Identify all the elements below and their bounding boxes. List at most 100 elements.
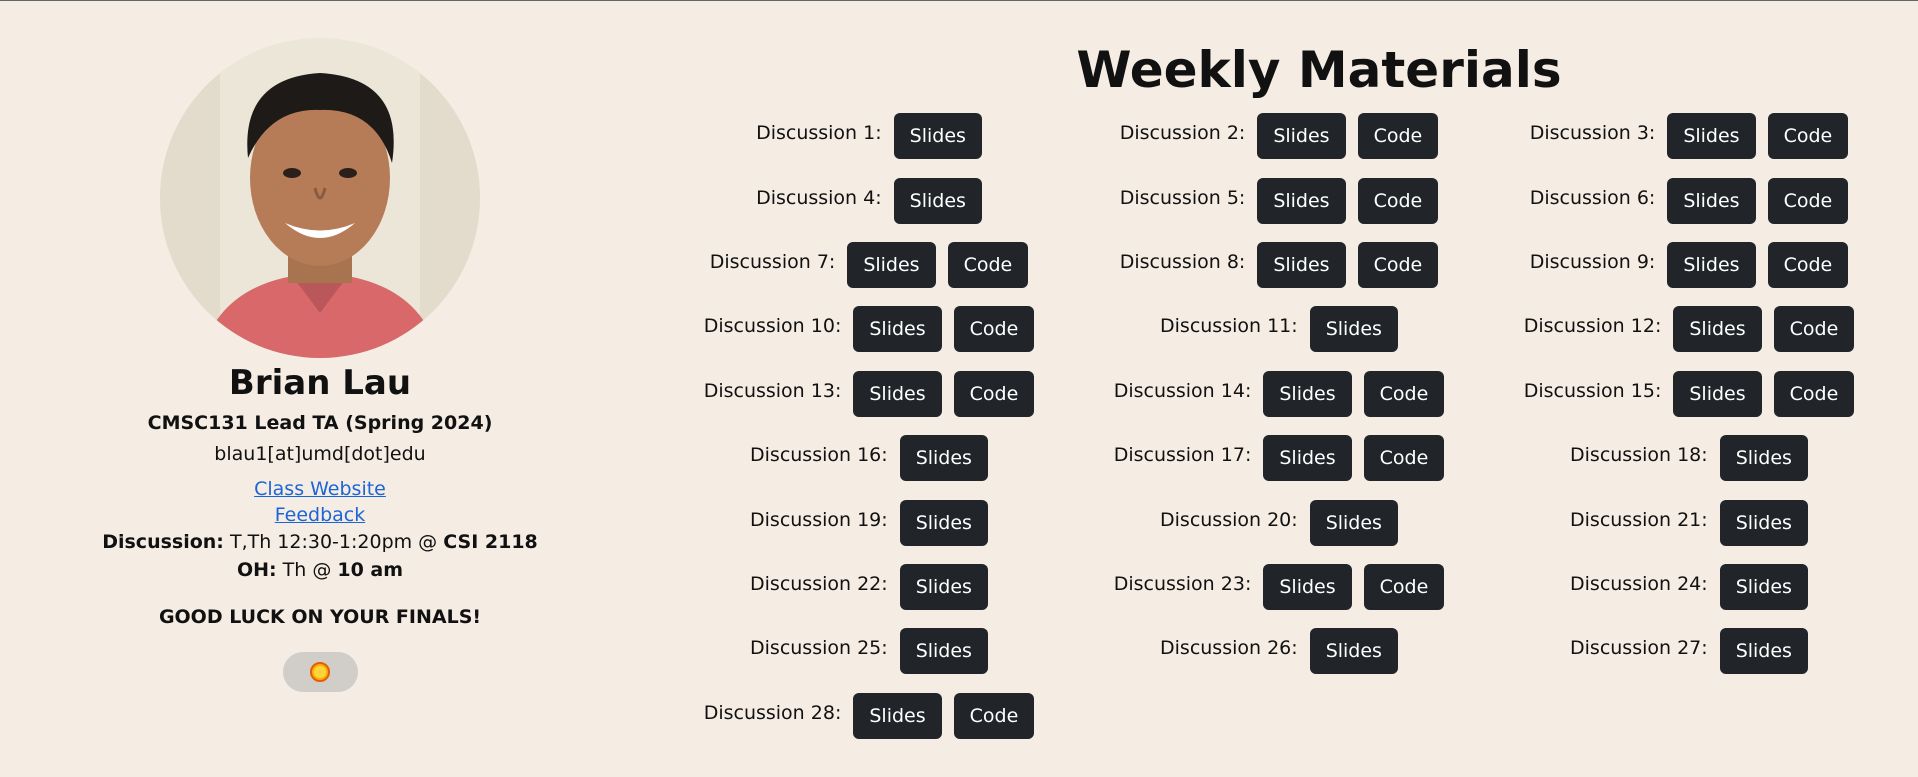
slides-button[interactable]: Slides	[1263, 563, 1352, 610]
discussion-label: Discussion 2:	[1119, 122, 1246, 145]
materials-grid: Discussion 1: Slides Discussion 2: Slides Co…	[664, 104, 1894, 748]
discussion-item: Discussion 16: Slides	[664, 426, 1074, 490]
slides-button[interactable]: Slides	[1263, 435, 1352, 482]
profile-email: blau1[at]umd[dot]edu	[214, 443, 426, 465]
discussion-info-label: Discussion:	[102, 531, 224, 553]
code-button[interactable]: Code	[1363, 435, 1445, 482]
feedback-link[interactable]: Feedback	[275, 502, 365, 528]
discussion-item: Discussion 8: Slides Code	[1074, 233, 1484, 297]
page: Brian Lau CMSC131 Lead TA (Spring 2024) …	[0, 0, 1918, 777]
slides-button[interactable]: Slides	[1673, 306, 1762, 353]
discussion-item: Discussion 12: Slides Code	[1484, 297, 1894, 361]
class-website-link[interactable]: Class Website	[254, 476, 386, 502]
discussion-label: Discussion 28:	[703, 701, 842, 724]
discussion-label: Discussion 7:	[709, 250, 836, 273]
discussion-item: Discussion 4: Slides	[664, 168, 1074, 232]
discussion-label: Discussion 24:	[1570, 572, 1708, 595]
discussion-item: Discussion 21: Slides	[1484, 490, 1894, 554]
discussion-item: Discussion 1: Slides	[664, 104, 1074, 168]
discussion-label: Discussion 21:	[1570, 508, 1708, 531]
code-button[interactable]: Code	[1363, 563, 1445, 610]
discussion-label: Discussion 23:	[1113, 572, 1252, 595]
discussion-label: Discussion 9:	[1529, 250, 1656, 273]
slides-button[interactable]: Slides	[1719, 628, 1808, 675]
discussion-info-time: T,Th 12:30-1:20pm @	[223, 531, 444, 553]
slides-button[interactable]: Slides	[1719, 563, 1808, 610]
theme-toggle[interactable]	[282, 652, 358, 692]
discussion-item: Discussion 24: Slides	[1484, 555, 1894, 619]
page-title: Weekly Materials	[1076, 41, 1562, 99]
slides-button[interactable]: Slides	[847, 241, 936, 288]
slides-button[interactable]: Slides	[853, 370, 942, 417]
code-button[interactable]: Code	[1357, 241, 1439, 288]
profile-panel: Brian Lau CMSC131 Lead TA (Spring 2024) …	[0, 0, 640, 777]
slides-button[interactable]: Slides	[899, 499, 988, 546]
slides-button[interactable]: Slides	[853, 692, 942, 739]
discussion-label: Discussion 16:	[750, 444, 888, 467]
slides-button[interactable]: Slides	[893, 177, 982, 224]
code-button[interactable]: Code	[1767, 177, 1849, 224]
slides-button[interactable]: Slides	[899, 563, 988, 610]
code-button[interactable]: Code	[953, 692, 1035, 739]
office-hours-info: OH: Th @ 10 am	[237, 556, 403, 584]
code-button[interactable]: Code	[1767, 113, 1849, 160]
avatar	[160, 38, 480, 358]
profile-role: CMSC131 Lead TA (Spring 2024)	[147, 412, 493, 434]
code-button[interactable]: Code	[947, 241, 1029, 288]
discussion-item: Discussion 7: Slides Code	[664, 233, 1074, 297]
code-button[interactable]: Code	[953, 306, 1035, 353]
discussion-label: Discussion 14:	[1113, 379, 1252, 402]
slides-button[interactable]: Slides	[1719, 435, 1808, 482]
slides-button[interactable]: Slides	[1667, 241, 1756, 288]
discussion-label: Discussion 27:	[1570, 637, 1708, 660]
slides-button[interactable]: Slides	[1309, 306, 1398, 353]
discussion-label: Discussion 5:	[1119, 186, 1246, 209]
code-button[interactable]: Code	[953, 370, 1035, 417]
slides-button[interactable]: Slides	[853, 306, 942, 353]
code-button[interactable]: Code	[1767, 241, 1849, 288]
slides-button[interactable]: Slides	[1257, 113, 1346, 160]
discussion-item: Discussion 13: Slides Code	[664, 362, 1074, 426]
sun-icon	[310, 662, 330, 682]
profile-photo	[160, 38, 480, 358]
slides-button[interactable]: Slides	[1263, 370, 1352, 417]
slides-button[interactable]: Slides	[1719, 499, 1808, 546]
code-button[interactable]: Code	[1357, 177, 1439, 224]
discussion-label: Discussion 25:	[750, 637, 888, 660]
code-button[interactable]: Code	[1363, 370, 1445, 417]
discussion-label: Discussion 19:	[750, 508, 888, 531]
code-button[interactable]: Code	[1773, 306, 1855, 353]
discussion-label: Discussion 22:	[750, 572, 888, 595]
discussion-label: Discussion 15:	[1523, 379, 1662, 402]
slides-button[interactable]: Slides	[1257, 177, 1346, 224]
discussion-item: Discussion 19: Slides	[664, 490, 1074, 554]
discussion-item: Discussion 15: Slides Code	[1484, 362, 1894, 426]
discussion-item: Discussion 25: Slides	[664, 619, 1074, 683]
discussion-label: Discussion 26:	[1160, 637, 1298, 660]
office-hours-time: Th @	[276, 559, 338, 581]
slides-button[interactable]: Slides	[1667, 177, 1756, 224]
discussion-label: Discussion 6:	[1529, 186, 1656, 209]
discussion-label: Discussion 18:	[1570, 444, 1708, 467]
discussion-label: Discussion 4:	[756, 186, 882, 209]
discussion-info: Discussion: T,Th 12:30-1:20pm @ CSI 2118	[102, 528, 538, 556]
discussion-item: Discussion 26: Slides	[1074, 619, 1484, 683]
finals-message: GOOD LUCK ON YOUR FINALS!	[158, 606, 482, 628]
discussion-item: Discussion 14: Slides Code	[1074, 362, 1484, 426]
slides-button[interactable]: Slides	[899, 435, 988, 482]
slides-button[interactable]: Slides	[1309, 628, 1398, 675]
slides-button[interactable]: Slides	[1257, 241, 1346, 288]
discussion-info-room: CSI 2118	[443, 531, 538, 553]
discussion-item: Discussion 18: Slides	[1484, 426, 1894, 490]
slides-button[interactable]: Slides	[1309, 499, 1398, 546]
slides-button[interactable]: Slides	[1673, 370, 1762, 417]
discussion-item: Discussion 11: Slides	[1074, 297, 1484, 361]
slides-button[interactable]: Slides	[1667, 113, 1756, 160]
code-button[interactable]: Code	[1773, 370, 1855, 417]
discussion-item: Discussion 6: Slides Code	[1484, 168, 1894, 232]
discussion-item: Discussion 5: Slides Code	[1074, 168, 1484, 232]
code-button[interactable]: Code	[1357, 113, 1439, 160]
slides-button[interactable]: Slides	[899, 628, 988, 675]
slides-button[interactable]: Slides	[893, 113, 982, 160]
discussion-label: Discussion 12:	[1523, 315, 1662, 338]
